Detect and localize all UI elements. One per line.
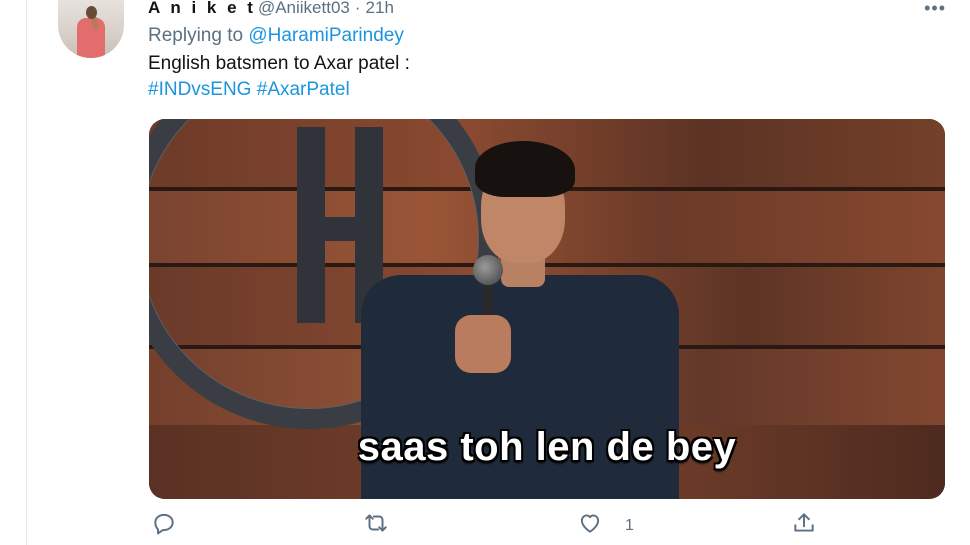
timeline-border (26, 0, 27, 545)
avatar[interactable] (58, 0, 124, 58)
retweet-icon (363, 510, 389, 541)
tweet-text: English batsmen to Axar patel : (148, 53, 410, 74)
replying-to-label: Replying to (148, 25, 244, 46)
microphone-head (473, 255, 503, 285)
share-button[interactable] (791, 510, 817, 541)
performer-hand (455, 315, 511, 373)
tweet-media-image[interactable]: saas toh len de bey (149, 119, 945, 499)
more-options-icon[interactable]: ••• (924, 0, 946, 19)
tweet-timestamp[interactable]: 21h (366, 0, 394, 18)
hashtag-link[interactable]: #AxarPatel (257, 79, 350, 100)
reply-to-handle-link[interactable]: @HaramiParindey (248, 25, 404, 46)
replying-to: Replying to @HaramiParindey (148, 25, 404, 47)
avatar-figure-head (86, 6, 97, 19)
like-icon (577, 510, 603, 541)
reply-icon (151, 510, 177, 541)
performer-hair (475, 141, 575, 197)
logo-letter-stroke (297, 217, 383, 241)
retweet-button[interactable] (363, 510, 389, 541)
header-separator: · (354, 0, 361, 17)
tweet-header: A n i k e t @Aniikett03 · 21h (148, 0, 394, 19)
author-handle[interactable]: @Aniikett03 (258, 0, 350, 18)
like-count: 1 (625, 516, 634, 534)
hashtag-list: #INDvsENG #AxarPatel (148, 79, 350, 101)
tweet-action-bar: 1 (149, 510, 945, 544)
like-button[interactable]: 1 (577, 510, 634, 541)
avatar-figure (77, 18, 105, 58)
author-name[interactable]: A n i k e t (148, 0, 256, 18)
reply-button[interactable] (151, 510, 177, 541)
share-icon (791, 510, 817, 541)
media-caption: saas toh len de bey (357, 425, 737, 469)
hashtag-link[interactable]: #INDvsENG (148, 79, 251, 100)
